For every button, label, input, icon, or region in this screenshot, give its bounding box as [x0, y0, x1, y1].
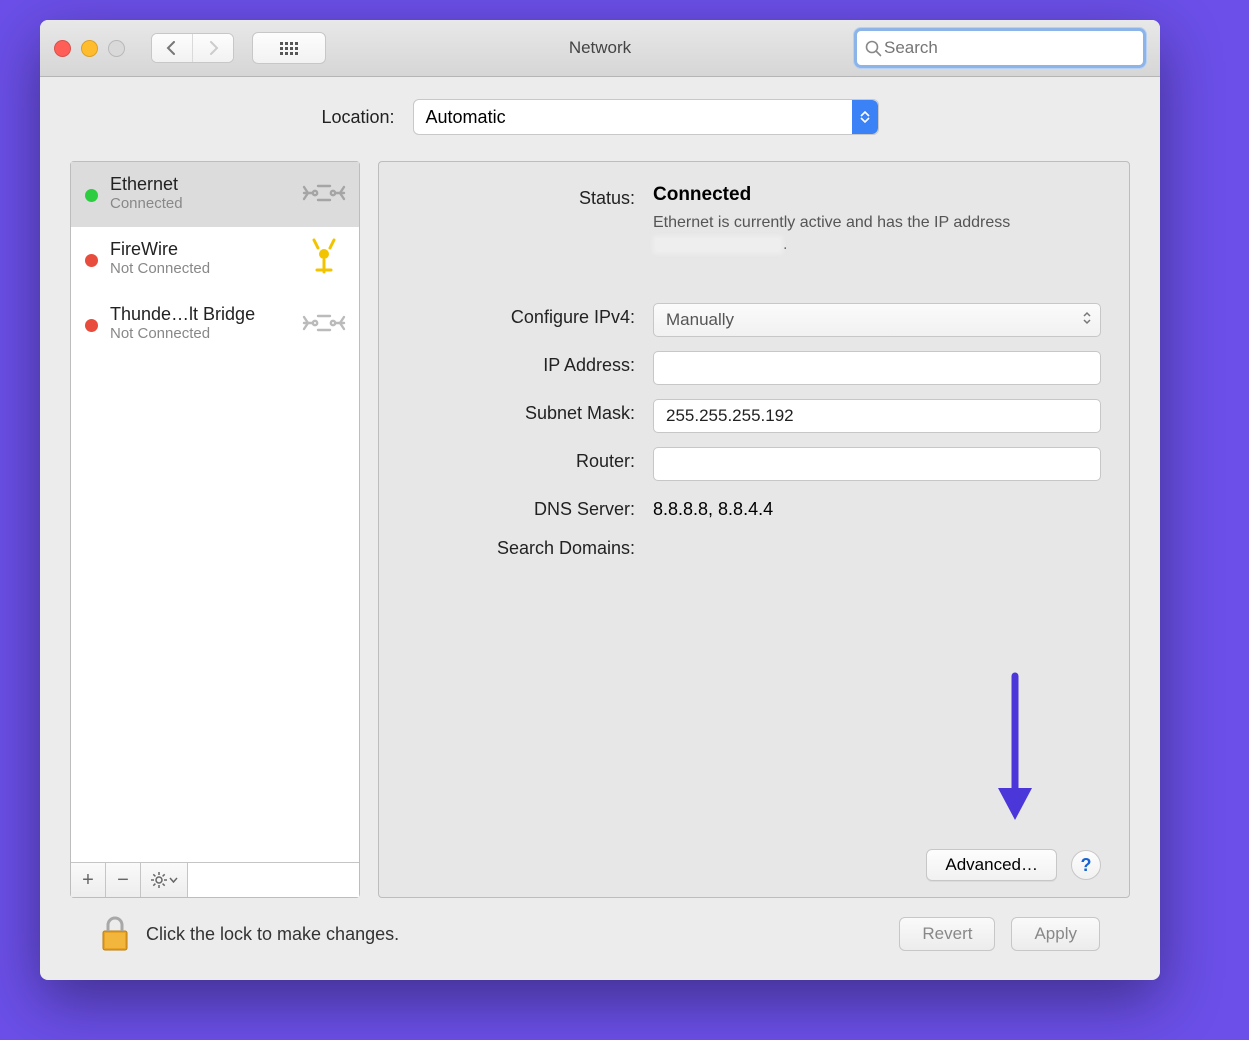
location-selected: Automatic — [426, 107, 506, 128]
location-dropdown[interactable]: Automatic — [413, 99, 879, 135]
sidebar-footer: + − — [71, 862, 359, 897]
add-interface-button[interactable]: + — [71, 863, 106, 897]
window-title: Network — [569, 38, 631, 58]
ip-address-field[interactable] — [653, 351, 1101, 385]
lock-text: Click the lock to make changes. — [146, 924, 883, 945]
status-label: Status: — [407, 184, 653, 209]
sidebar-item-status: Not Connected — [110, 325, 301, 342]
main-row: Ethernet Connected FireWire Not Connecte… — [70, 161, 1130, 898]
subnet-mask-value: 255.255.255.192 — [666, 406, 794, 426]
configure-ipv4-value: Manually — [666, 310, 734, 330]
forward-button[interactable] — [192, 34, 233, 62]
status-dot-icon — [85, 254, 98, 267]
dns-server-value: 8.8.8.8, 8.8.4.4 — [653, 495, 1101, 520]
subnet-mask-row: Subnet Mask: 255.255.255.192 — [407, 399, 1101, 433]
sidebar-item-status: Not Connected — [110, 260, 301, 277]
configure-ipv4-dropdown[interactable]: Manually — [653, 303, 1101, 337]
nav-buttons — [151, 33, 234, 63]
status-value: Connected — [653, 184, 1101, 206]
sidebar-footer-spacer — [188, 863, 359, 897]
content-area: Location: Automatic Ethernet Connecte — [40, 77, 1160, 980]
titlebar: Network — [40, 20, 1160, 77]
dns-server-row: DNS Server: 8.8.8.8, 8.8.4.4 — [407, 495, 1101, 520]
window-controls — [54, 40, 125, 57]
back-button[interactable] — [152, 34, 192, 62]
sidebar-item-ethernet[interactable]: Ethernet Connected — [71, 162, 359, 227]
grid-icon — [280, 42, 298, 55]
dropdown-arrows-icon — [852, 100, 878, 134]
subnet-mask-label: Subnet Mask: — [407, 399, 653, 424]
interfaces-list: Ethernet Connected FireWire Not Connecte… — [71, 162, 359, 862]
firewire-icon — [301, 235, 347, 281]
configure-ipv4-row: Configure IPv4: Manually — [407, 303, 1101, 337]
minus-icon: − — [117, 869, 129, 892]
chevron-down-icon — [169, 877, 178, 883]
search-input[interactable] — [882, 37, 1135, 59]
ip-address-label: IP Address: — [407, 351, 653, 376]
dns-server-label: DNS Server: — [407, 495, 653, 520]
lock-icon[interactable] — [100, 916, 130, 952]
gear-icon — [151, 872, 167, 888]
sidebar-item-thunderbolt[interactable]: Thunde…lt Bridge Not Connected — [71, 292, 359, 357]
stepper-arrows-icon — [1082, 310, 1092, 330]
sidebar-item-text: FireWire Not Connected — [110, 239, 301, 277]
sidebar-item-firewire[interactable]: FireWire Not Connected — [71, 227, 359, 292]
annotation-arrow-icon — [980, 670, 1050, 830]
advanced-button[interactable]: Advanced… — [926, 849, 1057, 881]
search-field[interactable] — [854, 28, 1146, 68]
search-icon — [865, 40, 882, 57]
network-preferences-window: Network Location: Automatic — [40, 20, 1160, 980]
search-domains-label: Search Domains: — [407, 534, 653, 559]
bottom-bar: Click the lock to make changes. Revert A… — [70, 898, 1130, 980]
ethernet-icon — [301, 300, 347, 346]
close-icon[interactable] — [54, 40, 71, 57]
interface-actions-button[interactable] — [141, 863, 188, 897]
chevron-left-icon — [166, 41, 178, 55]
ip-address-row: IP Address: — [407, 351, 1101, 385]
status-row: Status: Connected Ethernet is currently … — [407, 184, 1101, 257]
search-domains-row: Search Domains: — [407, 534, 1101, 559]
show-all-button[interactable] — [252, 32, 326, 64]
interfaces-sidebar: Ethernet Connected FireWire Not Connecte… — [70, 161, 360, 898]
detail-footer: Advanced… ? — [407, 839, 1101, 881]
status-dot-icon — [85, 319, 98, 332]
sidebar-item-name: FireWire — [110, 239, 301, 260]
configure-ipv4-label: Configure IPv4: — [407, 303, 653, 328]
apply-button[interactable]: Apply — [1011, 917, 1100, 951]
plus-icon: + — [82, 869, 94, 892]
subnet-mask-field[interactable]: 255.255.255.192 — [653, 399, 1101, 433]
search-field-container — [854, 28, 1146, 68]
location-row: Location: Automatic — [70, 99, 1130, 135]
minimize-icon[interactable] — [81, 40, 98, 57]
router-label: Router: — [407, 447, 653, 472]
sidebar-item-text: Ethernet Connected — [110, 174, 301, 212]
help-icon: ? — [1081, 855, 1092, 876]
remove-interface-button[interactable]: − — [106, 863, 141, 897]
status-dot-icon — [85, 189, 98, 202]
revert-button[interactable]: Revert — [899, 917, 995, 951]
sidebar-item-status: Connected — [110, 195, 301, 212]
ethernet-icon — [301, 170, 347, 216]
redacted-ip — [653, 236, 783, 254]
search-domains-value — [653, 534, 1101, 538]
status-description: Ethernet is currently active and has the… — [653, 212, 1083, 257]
router-row: Router: — [407, 447, 1101, 481]
sidebar-item-name: Ethernet — [110, 174, 301, 195]
sidebar-item-name: Thunde…lt Bridge — [110, 304, 301, 325]
chevron-right-icon — [207, 41, 219, 55]
router-field[interactable] — [653, 447, 1101, 481]
help-button[interactable]: ? — [1071, 850, 1101, 880]
zoom-icon — [108, 40, 125, 57]
sidebar-item-text: Thunde…lt Bridge Not Connected — [110, 304, 301, 342]
location-label: Location: — [321, 107, 394, 128]
